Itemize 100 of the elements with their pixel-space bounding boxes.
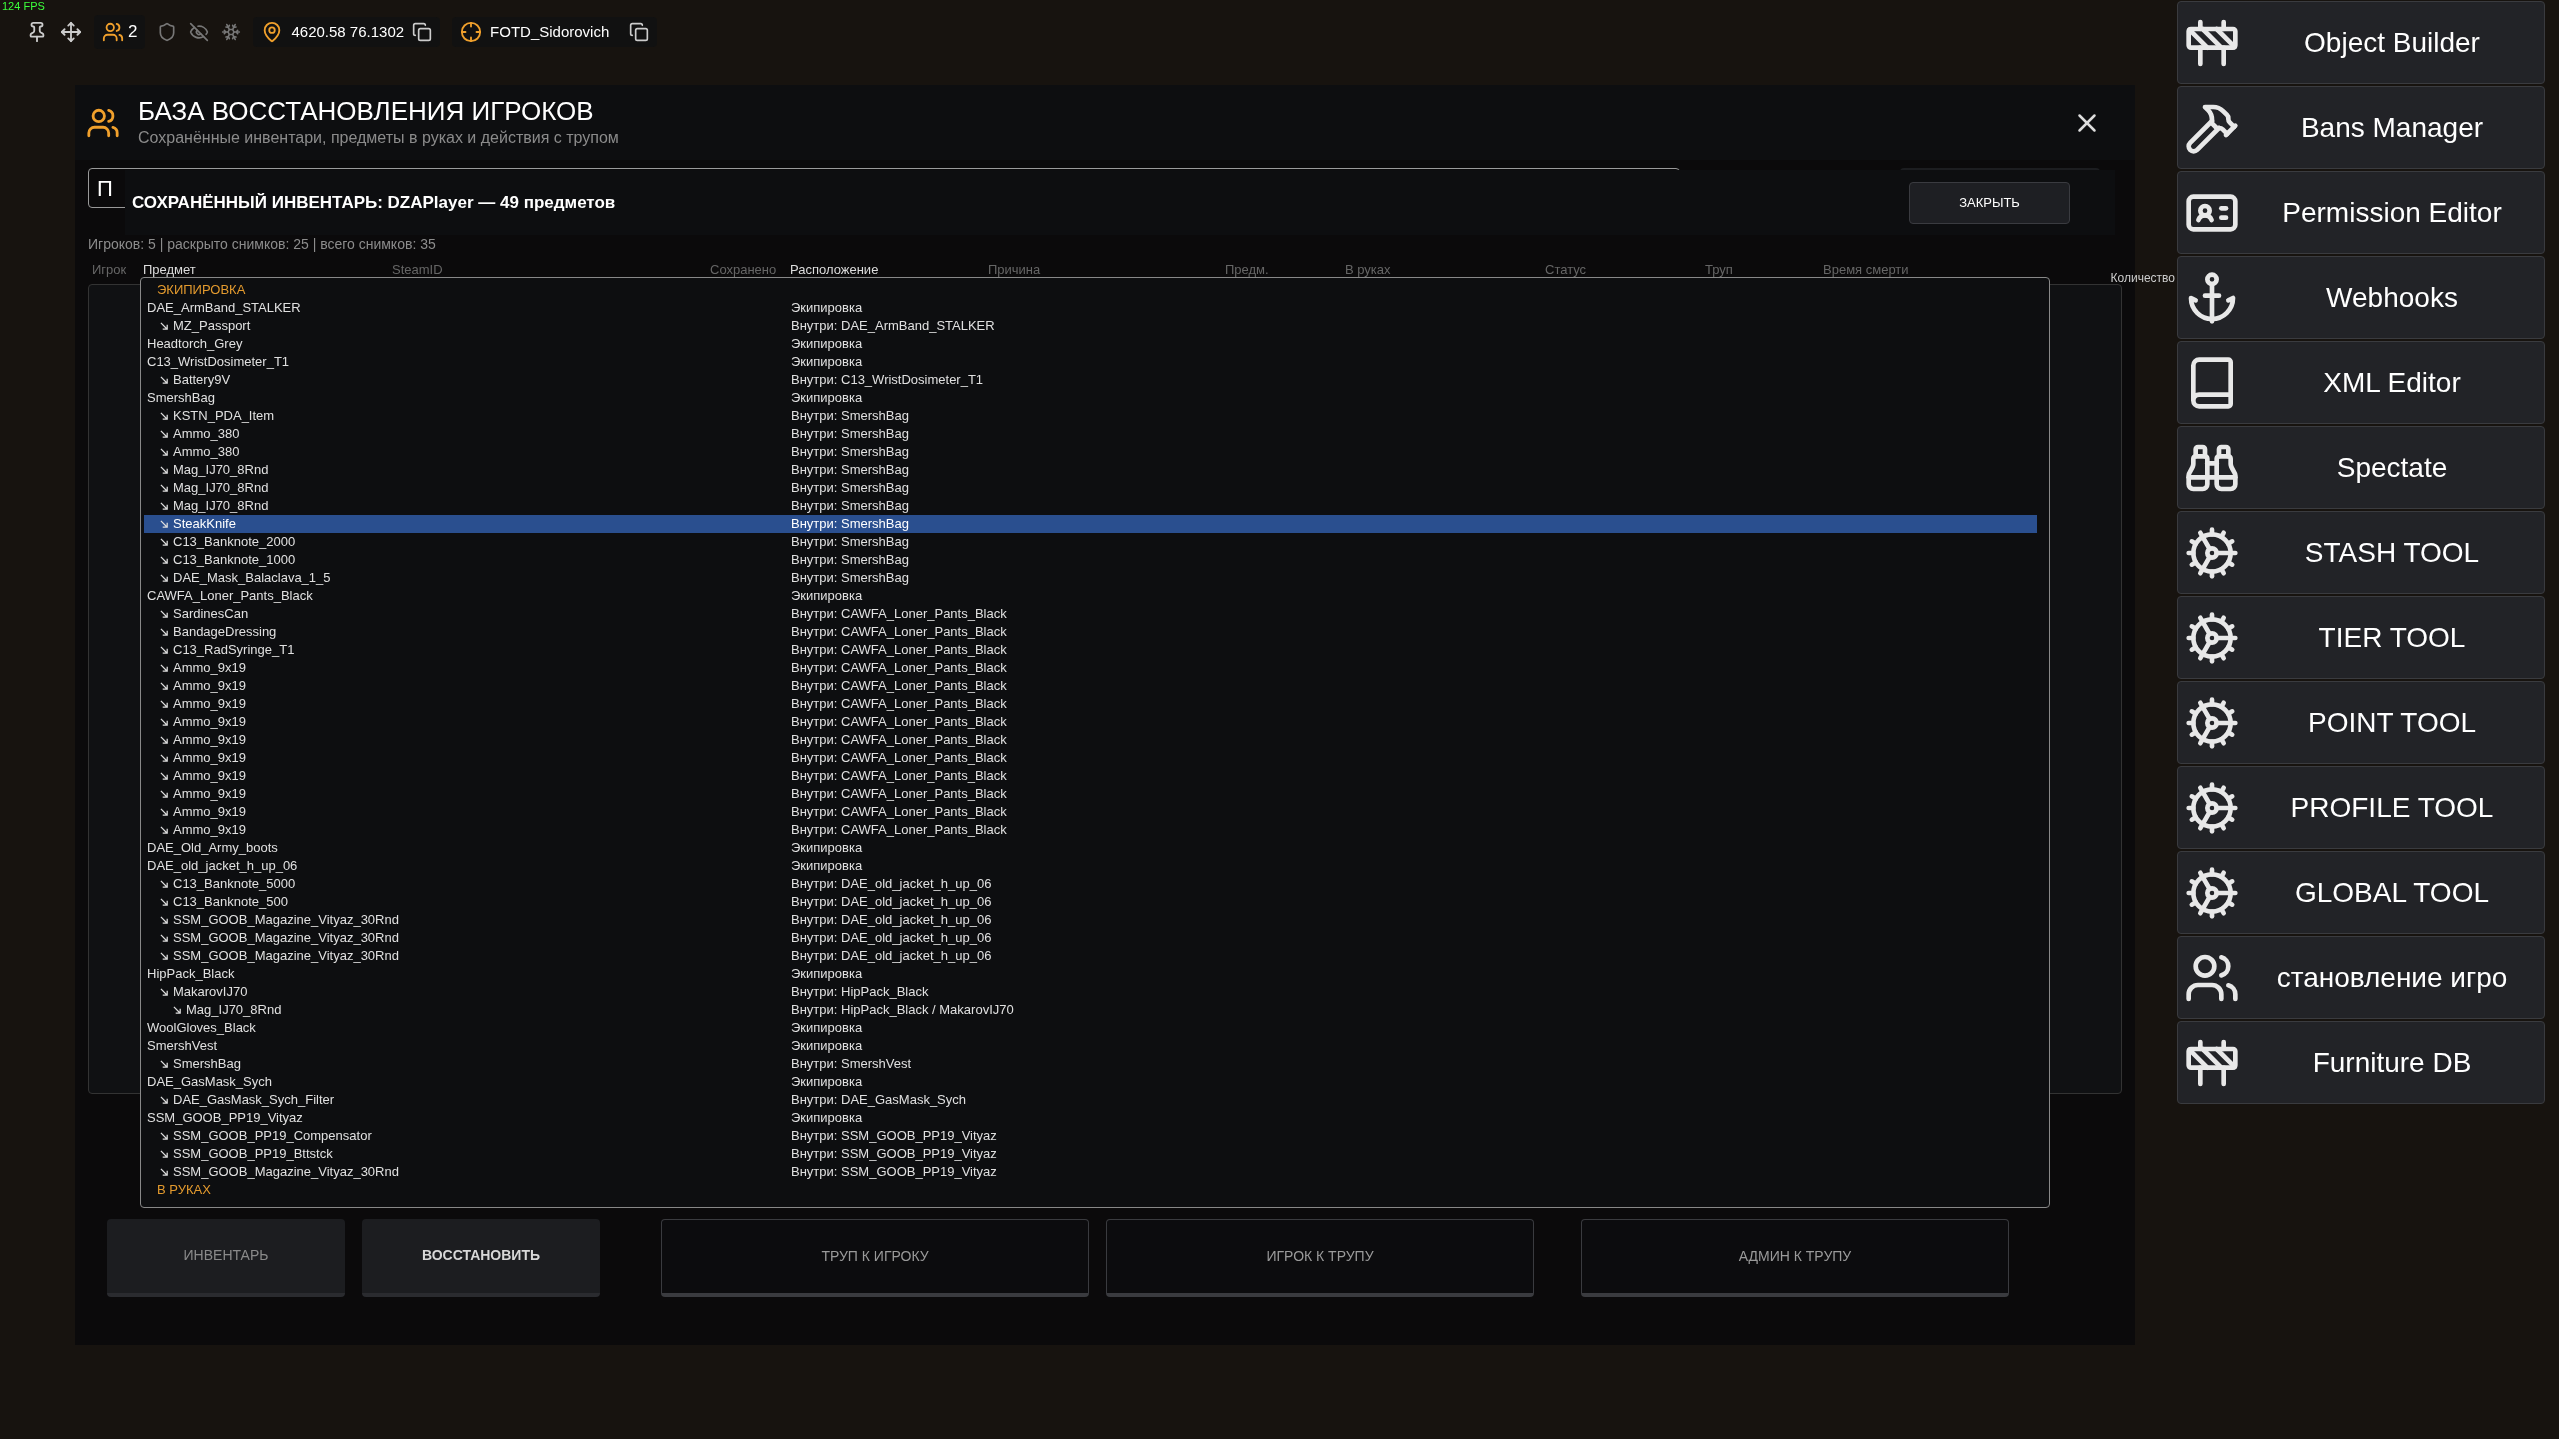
item-location: Внутри: CAWFA_Loner_Pants_Black <box>791 695 1007 713</box>
item-name: SardinesCan <box>173 605 249 623</box>
window-subtitle: Сохранённые инвентари, предметы в руках и действия с трупом <box>138 127 619 148</box>
item-name: C13_RadSyringe_T1 <box>173 641 295 659</box>
item-location: Экипировка <box>791 1037 863 1055</box>
column-header: Статус <box>1545 262 1587 277</box>
item-name: Ammo_380 <box>173 443 240 461</box>
column-header: Расположение <box>790 262 879 277</box>
item-name: DAE_Mask_Balaclava_1_5 <box>173 569 331 587</box>
item-name: WoolGloves_Black <box>147 1019 256 1037</box>
item-name: SteakKnife <box>173 515 236 533</box>
item-name: Ammo_9x19 <box>173 713 246 731</box>
item-location: Экипировка <box>791 335 863 353</box>
item-name: Ammo_9x19 <box>173 731 246 749</box>
stats-text: Игроков: 5 | раскрыто снимков: 25 | всего снимков: 35 <box>88 236 436 252</box>
item-location: Экипировка <box>791 965 863 983</box>
item-location: Внутри: SmershBag <box>791 461 909 479</box>
item-name: SSM_GOOB_Magazine_Vityaz_30Rnd <box>173 929 399 947</box>
item-location: Внутри: DAE_old_jacket_h_up_06 <box>791 911 992 929</box>
item-name: MakarovIJ70 <box>173 983 248 1001</box>
item-name: Ammo_9x19 <box>173 785 246 803</box>
target-name: FOTD_Sidorovich <box>490 21 610 42</box>
item-location: Внутри: DAE_old_jacket_h_up_06 <box>791 929 992 947</box>
item-name: Mag_IJ70_8Rnd <box>173 461 269 479</box>
item-name: DAE_GasMask_Sych <box>147 1073 272 1091</box>
players-count: 2 <box>128 21 138 44</box>
item-name: Ammo_9x19 <box>173 767 246 785</box>
item-name: SmershBag <box>147 389 215 407</box>
item-name: DAE_ArmBand_STALKER <box>147 299 301 317</box>
column-header: В руках <box>1345 262 1391 277</box>
item-name: Ammo_9x19 <box>173 695 246 713</box>
item-name: Ammo_380 <box>173 425 240 443</box>
item-location: Внутри: HipPack_Black <box>791 983 929 1001</box>
item-name: SmershBag <box>173 1055 241 1073</box>
window-title: БАЗА ВОССТАНОВЛЕНИЯ ИГРОКОВ <box>138 95 595 126</box>
item-location: Внутри: SmershVest <box>791 1055 912 1073</box>
item-location: Внутри: C13_WristDosimeter_T1 <box>791 371 984 389</box>
column-header: Причина <box>988 262 1041 277</box>
item-name: DAE_old_jacket_h_up_06 <box>147 857 298 875</box>
item-location: Внутри: CAWFA_Loner_Pants_Black <box>791 623 1007 641</box>
item-name: HipPack_Black <box>147 965 235 983</box>
item-name: Ammo_9x19 <box>173 659 246 677</box>
quantity-label: Количество <box>2110 270 2175 287</box>
item-location: Внутри: DAE_old_jacket_h_up_06 <box>791 875 992 893</box>
item-name: Ammo_9x19 <box>173 677 246 695</box>
item-name: C13_Banknote_5000 <box>173 875 296 893</box>
item-location: Внутри: CAWFA_Loner_Pants_Black <box>791 641 1007 659</box>
item-name: Mag_IJ70_8Rnd <box>173 497 269 515</box>
section-header: ЭКИПИРОВКА <box>156 281 247 299</box>
item-name: Ammo_9x19 <box>173 803 246 821</box>
item-location: Внутри: SSM_GOOB_PP19_Vityaz <box>791 1127 997 1145</box>
item-location: Внутри: SmershBag <box>791 407 909 425</box>
coordinates-text: 4620.58 76.1302 <box>291 21 405 42</box>
item-location: Внутри: CAWFA_Loner_Pants_Black <box>791 713 1007 731</box>
item-location: Экипировка <box>791 389 863 407</box>
column-header: Сохранено <box>710 262 777 277</box>
item-location: Экипировка <box>791 1019 863 1037</box>
item-location: Внутри: CAWFA_Loner_Pants_Black <box>791 785 1007 803</box>
column-header: Труп <box>1705 262 1733 277</box>
item-name: MZ_Passport <box>173 317 251 335</box>
item-location: Внутри: SSM_GOOB_PP19_Vityaz <box>791 1163 997 1181</box>
item-location: Внутри: SmershBag <box>791 443 909 461</box>
item-location: Внутри: DAE_ArmBand_STALKER <box>791 317 995 335</box>
item-location: Внутри: SmershBag <box>791 497 909 515</box>
item-name: DAE_GasMask_Sych_Filter <box>173 1091 335 1109</box>
column-header: Предм. <box>1225 262 1269 277</box>
item-location: Внутри: SmershBag <box>791 425 909 443</box>
item-name: Battery9V <box>173 371 231 389</box>
item-location: Внутри: SmershBag <box>791 515 909 533</box>
item-location: Внутри: CAWFA_Loner_Pants_Black <box>791 605 1007 623</box>
column-header: Игрок <box>92 262 127 277</box>
column-header: Время смерти <box>1823 262 1909 277</box>
section-header: В РУКАХ <box>156 1181 212 1199</box>
column-header: SteamID <box>392 262 443 277</box>
item-location: Внутри: CAWFA_Loner_Pants_Black <box>791 803 1007 821</box>
column-header: Предмет <box>143 262 196 277</box>
item-location: Экипировка <box>791 353 863 371</box>
item-name: SSM_GOOB_Magazine_Vityaz_30Rnd <box>173 911 399 929</box>
item-name: SSM_GOOB_PP19_Bttstck <box>173 1145 333 1163</box>
item-name: SSM_GOOB_Magazine_Vityaz_30Rnd <box>173 1163 399 1181</box>
item-name: Ammo_9x19 <box>173 749 246 767</box>
item-name: Mag_IJ70_8Rnd <box>173 479 269 497</box>
item-location: Внутри: SmershBag <box>791 569 909 587</box>
popup-title: СОХРАНЁННЫЙ ИНВЕНТАРЬ: DZAPlayer — 49 предметов <box>132 191 616 214</box>
item-name: C13_Banknote_500 <box>173 893 288 911</box>
item-location: Экипировка <box>791 1073 863 1091</box>
item-name: BandageDressing <box>173 623 277 641</box>
item-location: Экипировка <box>791 1109 863 1127</box>
item-location: Внутри: CAWFA_Loner_Pants_Black <box>791 767 1007 785</box>
item-name: C13_Banknote_2000 <box>173 533 296 551</box>
item-location: Внутри: DAE_GasMask_Sych <box>791 1091 966 1109</box>
item-location: Внутри: DAE_old_jacket_h_up_06 <box>791 947 992 965</box>
item-location: Внутри: SmershBag <box>791 479 909 497</box>
item-name: Ammo_9x19 <box>173 821 246 839</box>
item-location: Экипировка <box>791 587 863 605</box>
item-name: CAWFA_Loner_Pants_Black <box>147 587 313 605</box>
item-location: Внутри: CAWFA_Loner_Pants_Black <box>791 731 1007 749</box>
item-location: Внутри: HipPack_Black / MakarovIJ70 <box>791 1001 1014 1019</box>
item-location: Экипировка <box>791 857 863 875</box>
item-name: SmershVest <box>147 1037 218 1055</box>
